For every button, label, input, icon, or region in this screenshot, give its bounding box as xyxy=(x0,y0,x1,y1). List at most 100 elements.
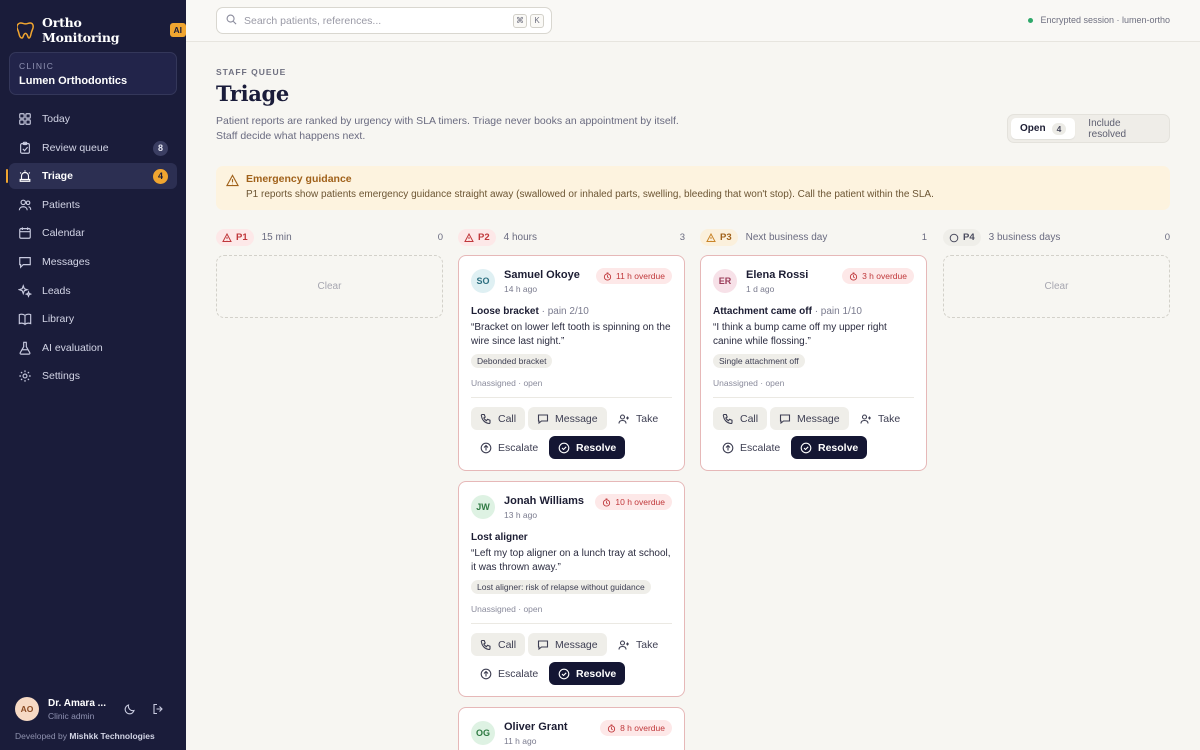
priority-label: P4 xyxy=(963,232,975,243)
message-button[interactable]: Message xyxy=(528,633,607,656)
priority-chip: P3 xyxy=(700,229,738,246)
column-header: P1 15 min 0 xyxy=(216,229,443,246)
resolve-button[interactable]: Resolve xyxy=(791,436,868,459)
call-button[interactable]: Call xyxy=(471,407,526,430)
take-label: Take xyxy=(878,412,901,425)
column-header: P2 4 hours 3 xyxy=(458,229,685,246)
column-p4: P4 3 business days 0 Clear xyxy=(943,229,1170,318)
sidebar-item-label: Library xyxy=(42,313,75,326)
topbar: ⌘ K Encrypted session · lumen-ortho xyxy=(186,0,1200,42)
filter-resolved-label: Include resolved xyxy=(1088,117,1127,140)
priority-label: P2 xyxy=(478,232,490,243)
message-button[interactable]: Message xyxy=(770,407,849,430)
shortcut-cmd-key: ⌘ xyxy=(513,14,527,28)
sidebar-item-library[interactable]: Library xyxy=(9,306,177,332)
escalate-button[interactable]: Escalate xyxy=(471,436,547,459)
avatar: AO xyxy=(15,697,39,721)
search-box[interactable]: ⌘ K xyxy=(216,7,552,34)
filter-resolved-button[interactable]: Include resolved xyxy=(1079,117,1166,140)
clinic-switcher[interactable]: CLINIC Lumen Orthodontics xyxy=(9,52,177,95)
triage-card[interactable]: ER Elena Rossi 1 d ago 3 h overdue Attac… xyxy=(700,255,927,471)
sidebar-item-today[interactable]: Today xyxy=(9,106,177,132)
sparkle-icon xyxy=(18,283,32,298)
sidebar-item-label: Messages xyxy=(42,255,90,268)
call-button[interactable]: Call xyxy=(471,633,526,656)
sidebar-item-calendar[interactable]: Calendar xyxy=(9,220,177,246)
sidebar-item-label: Leads xyxy=(42,284,71,297)
patient-quote: “Left my top aligner on a lunch tray at … xyxy=(471,548,671,573)
triage-count-badge: 4 xyxy=(153,169,168,185)
book-icon xyxy=(18,312,32,326)
report-age: 11 h ago xyxy=(504,736,537,746)
sla-label: 15 min xyxy=(261,232,292,243)
timer-icon xyxy=(603,497,611,507)
column-p2: P2 4 hours 3 xyxy=(458,229,685,246)
sidebar-item-patients[interactable]: Patients xyxy=(9,192,177,218)
patient-name: Samuel Okoye xyxy=(504,269,580,281)
sidebar-item-label: Triage xyxy=(42,170,73,183)
take-button[interactable]: Take xyxy=(851,407,909,430)
triage-card[interactable]: SO Samuel Okoye 14 h ago 11 h overdue Lo… xyxy=(458,255,685,471)
issue-line: Attachment came off · pain 1/10 xyxy=(713,306,862,317)
take-button[interactable]: Take xyxy=(609,633,667,656)
filter-open-button[interactable]: Open 4 xyxy=(1011,118,1076,139)
moon-icon[interactable] xyxy=(124,703,136,715)
sidebar-item-review-queue[interactable]: Review queue 8 xyxy=(9,135,177,161)
overdue-label: 10 h overdue xyxy=(615,497,665,507)
sidebar-item-label: AI evaluation xyxy=(42,341,103,354)
column-p3: P3 Next business day 1 xyxy=(700,229,927,246)
search-input[interactable] xyxy=(244,14,494,27)
page-title: Triage xyxy=(216,81,289,106)
column-count: 1 xyxy=(921,232,927,243)
divider xyxy=(713,397,914,398)
sidebar-item-leads[interactable]: Leads xyxy=(9,278,177,304)
alert-triangle-icon xyxy=(464,232,474,242)
clipboard-check-icon xyxy=(18,141,32,155)
user-plus-icon xyxy=(618,413,629,424)
page-description: Patient reports are ranked by urgency wi… xyxy=(216,114,736,144)
brand[interactable]: Ortho Monitoring AI xyxy=(16,15,186,45)
sidebar-item-messages[interactable]: Messages xyxy=(9,249,177,275)
status-filter: Open 4 Include resolved xyxy=(1007,114,1170,143)
session-status: Encrypted session · lumen-ortho xyxy=(1028,15,1170,25)
credit-prefix: Developed by xyxy=(15,731,67,741)
clinic-name: Lumen Orthodontics xyxy=(19,75,128,87)
page-eyebrow: STAFF QUEUE xyxy=(216,67,287,77)
user-role: Clinic admin xyxy=(48,710,95,721)
alert-triangle-icon xyxy=(706,232,716,242)
sidebar-item-triage[interactable]: Triage 4 xyxy=(6,163,177,190)
phone-icon xyxy=(480,413,491,424)
message-button[interactable]: Message xyxy=(528,407,607,430)
overdue-label: 11 h overdue xyxy=(616,271,665,281)
brand-title: Ortho Monitoring xyxy=(42,15,120,45)
report-age: 14 h ago xyxy=(504,284,538,294)
page-description-line: Patient reports are ranked by urgency wi… xyxy=(216,115,679,127)
escalate-button[interactable]: Escalate xyxy=(471,662,547,685)
call-button[interactable]: Call xyxy=(713,407,768,430)
triage-card[interactable]: JW Jonah Williams 13 h ago 10 h overdue … xyxy=(458,481,685,697)
resolve-label: Resolve xyxy=(576,441,617,454)
status-dot-icon xyxy=(1028,17,1034,23)
call-label: Call xyxy=(498,638,517,651)
sla-label: 4 hours xyxy=(503,232,537,243)
filter-open-label: Open xyxy=(1020,123,1046,134)
users-icon xyxy=(18,198,32,212)
timer-icon xyxy=(849,271,858,281)
resolve-label: Resolve xyxy=(576,667,617,680)
assignment-status: Unassigned · open xyxy=(471,378,543,388)
logout-icon[interactable] xyxy=(152,703,164,715)
sidebar: Ortho Monitoring AI CLINIC Lumen Orthodo… xyxy=(0,0,186,750)
resolve-label: Resolve xyxy=(818,441,859,454)
sidebar-item-ai-evaluation[interactable]: AI evaluation xyxy=(9,335,177,361)
resolve-button[interactable]: Resolve xyxy=(549,662,626,685)
phone-icon xyxy=(480,639,491,650)
user-profile[interactable]: AO Dr. Amara ... Clinic admin xyxy=(15,697,106,721)
sidebar-item-label: Review queue xyxy=(42,141,109,154)
resolve-button[interactable]: Resolve xyxy=(549,436,626,459)
escalate-button[interactable]: Escalate xyxy=(713,436,789,459)
priority-chip: P1 xyxy=(216,229,254,246)
take-button[interactable]: Take xyxy=(609,407,667,430)
sidebar-item-settings[interactable]: Settings xyxy=(9,363,177,389)
triage-card[interactable]: OG Oliver Grant 11 h ago 8 h overdue xyxy=(458,707,685,750)
sidebar-item-label: Calendar xyxy=(42,227,85,240)
